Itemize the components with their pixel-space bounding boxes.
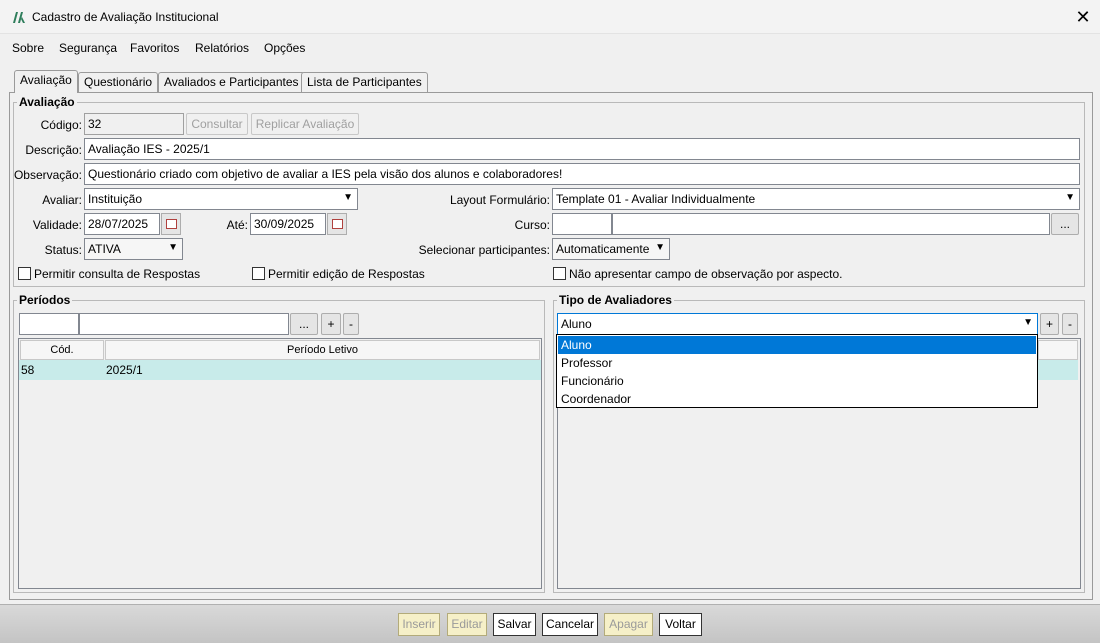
periodos-legend: Períodos (17, 293, 73, 307)
selecionar-participantes-value: Automaticamente (556, 242, 650, 256)
permitir-consulta-label: Permitir consulta de Respostas (34, 267, 201, 281)
status-label: Status: (44, 243, 82, 257)
editar-button[interactable]: Editar (447, 613, 487, 636)
menu-relatorios[interactable]: Relatórios (195, 41, 249, 55)
menu-opcoes[interactable]: Opções (264, 41, 305, 55)
periodo-name-field[interactable] (79, 313, 289, 335)
apagar-button[interactable]: Apagar (604, 613, 653, 636)
selecionar-participantes-select[interactable]: Automaticamente ▼ (552, 238, 670, 260)
tab-lista-participantes[interactable]: Lista de Participantes (301, 72, 428, 92)
option-coordenador[interactable]: Coordenador (558, 390, 1036, 408)
tipo-add-button[interactable]: + (1040, 313, 1059, 335)
grid-header[interactable] (1038, 340, 1078, 360)
grid-header-cod[interactable]: Cód. (20, 340, 104, 360)
title-bar: Cadastro de Avaliação Institucional ✕ (0, 0, 1100, 34)
layout-formulario-label: Layout Formulário: (449, 193, 550, 207)
codigo-label: Código: (40, 118, 82, 132)
validade-field[interactable]: 28/07/2025 (84, 213, 160, 235)
permitir-consulta-checkbox[interactable] (18, 267, 31, 280)
descricao-label: Descrição: (25, 143, 82, 157)
selecionar-participantes-label: Selecionar participantes: (418, 243, 550, 257)
window-title: Cadastro de Avaliação Institucional (32, 10, 219, 24)
consultar-button[interactable]: Consultar (186, 113, 248, 135)
chevron-down-icon: ▼ (655, 242, 665, 253)
option-funcionario[interactable]: Funcionário (558, 372, 1036, 390)
chevron-down-icon: ▼ (343, 192, 353, 203)
chevron-down-icon: ▼ (1023, 317, 1033, 328)
tipo-avaliadores-select[interactable]: Aluno ▼ (557, 313, 1038, 335)
periodo-code-field[interactable] (19, 313, 79, 335)
chevron-down-icon: ▼ (1065, 192, 1075, 203)
replicar-avaliacao-button[interactable]: Replicar Avaliação (251, 113, 359, 135)
permitir-edicao-label: Permitir edição de Respostas (268, 267, 425, 281)
menu-seguranca[interactable]: Segurança (59, 41, 117, 55)
ate-label: Até: (226, 218, 248, 232)
salvar-button[interactable]: Salvar (493, 613, 536, 636)
grid-header-periodo[interactable]: Período Letivo (105, 340, 540, 360)
table-row[interactable] (1038, 360, 1078, 380)
tab-avaliados-participantes[interactable]: Avaliados e Participantes (158, 72, 305, 92)
calendar-icon[interactable] (161, 213, 181, 235)
observacao-label: Observação: (13, 168, 82, 182)
curso-label: Curso: (514, 218, 550, 232)
tab-questionario[interactable]: Questionário (78, 72, 159, 92)
periodo-remove-button[interactable]: - (343, 313, 359, 335)
layout-formulario-value: Template 01 - Avaliar Individualmente (556, 192, 756, 206)
avaliacao-legend: Avaliação (17, 95, 77, 109)
curso-browse-button[interactable]: ... (1051, 213, 1079, 235)
menu-favoritos[interactable]: Favoritos (130, 41, 179, 55)
voltar-button[interactable]: Voltar (659, 613, 702, 636)
nao-apresentar-observacao-checkbox[interactable] (553, 267, 566, 280)
inserir-button[interactable]: Inserir (398, 613, 440, 636)
calendar-icon[interactable] (327, 213, 347, 235)
status-value: ATIVA (88, 242, 121, 256)
layout-formulario-select[interactable]: Template 01 - Avaliar Individualmente ▼ (552, 188, 1080, 210)
codigo-field[interactable]: 32 (84, 113, 184, 135)
tipo-avaliadores-value: Aluno (561, 317, 592, 331)
tab-avaliacao[interactable]: Avaliação (14, 70, 78, 93)
periodo-browse-button[interactable]: ... (290, 313, 318, 335)
table-row[interactable]: 58 2025/1 (19, 360, 541, 380)
option-aluno[interactable]: Aluno (558, 336, 1036, 354)
status-select[interactable]: ATIVA ▼ (84, 238, 183, 260)
row-cod: 58 (21, 363, 35, 377)
menu-bar: Sobre Segurança Favoritos Relatórios Opç… (0, 34, 1100, 62)
menu-sobre[interactable]: Sobre (12, 41, 44, 55)
avaliar-label: Avaliar: (42, 193, 82, 207)
chevron-down-icon: ▼ (168, 242, 178, 253)
descricao-field[interactable]: Avaliação IES - 2025/1 (84, 138, 1080, 160)
ate-field[interactable]: 30/09/2025 (250, 213, 326, 235)
tipo-avaliadores-legend: Tipo de Avaliadores (557, 293, 674, 307)
cancelar-button[interactable]: Cancelar (542, 613, 598, 636)
app-logo-icon (13, 12, 25, 23)
permitir-edicao-checkbox[interactable] (252, 267, 265, 280)
nao-apresentar-observacao-label: Não apresentar campo de observação por a… (569, 267, 843, 281)
avaliar-value: Instituição (88, 192, 143, 206)
tipo-remove-button[interactable]: - (1062, 313, 1078, 335)
option-professor[interactable]: Professor (558, 354, 1036, 372)
tipo-avaliadores-dropdown: Aluno Professor Funcionário Coordenador (556, 334, 1038, 408)
row-periodo: 2025/1 (106, 363, 143, 377)
curso-name-field[interactable] (612, 213, 1050, 235)
curso-code-field[interactable] (552, 213, 612, 235)
avaliar-select[interactable]: Instituição ▼ (84, 188, 358, 210)
validade-label: Validade: (32, 218, 82, 232)
observacao-field[interactable]: Questionário criado com objetivo de aval… (84, 163, 1080, 185)
close-icon[interactable]: ✕ (1072, 6, 1094, 28)
periodo-add-button[interactable]: + (321, 313, 341, 335)
